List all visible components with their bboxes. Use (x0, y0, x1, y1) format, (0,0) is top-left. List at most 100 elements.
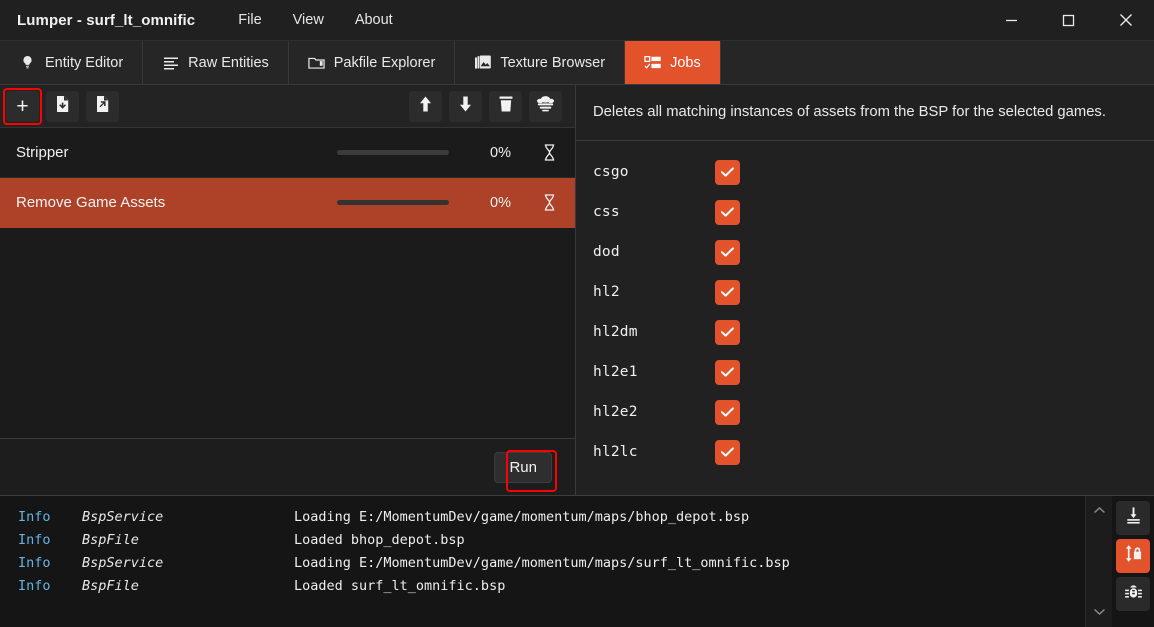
tab-label: Pakfile Explorer (333, 54, 436, 71)
log-message: Loading E:/MomentumDev/game/momentum/map… (294, 555, 790, 571)
list-item[interactable]: css (576, 192, 1154, 232)
chevron-down-icon[interactable] (1093, 603, 1106, 621)
archive-icon (308, 54, 325, 71)
delete-job-button[interactable] (489, 90, 522, 122)
maximize-icon[interactable] (1040, 0, 1097, 40)
list-item[interactable]: dod (576, 232, 1154, 272)
add-job-button[interactable]: + (6, 90, 39, 122)
export-jobs-button[interactable] (86, 90, 119, 122)
lightbulb-icon (19, 54, 36, 71)
scroll-lock-icon (1123, 544, 1143, 568)
move-job-down-button[interactable] (449, 90, 482, 122)
application-window: Lumper - surf_lt_omnific File View About… (0, 0, 1154, 627)
list-item[interactable]: hl2e1 (576, 352, 1154, 392)
game-label: hl2dm (593, 324, 638, 340)
plus-icon: + (16, 94, 29, 118)
job-list: Stripper 0% Remove Game Assets 0% (0, 128, 575, 438)
table-row[interactable]: Stripper 0% (0, 128, 575, 178)
game-label: css (593, 204, 620, 220)
game-label: hl2lc (593, 444, 638, 460)
arrow-down-icon (457, 95, 474, 118)
chevron-up-icon[interactable] (1093, 502, 1106, 520)
game-checkbox-list: csgo css dod hl2 hl2dm hl2e1 hl2e2 hl2lc (576, 141, 1154, 495)
scroll-to-bottom-icon (1124, 506, 1143, 530)
scroll-lock-button[interactable] (1116, 539, 1150, 573)
tab-texture-browser[interactable]: Texture Browser (455, 41, 626, 84)
jobs-pane: + Stripper 0% Remove Game Assets 0% Run (0, 85, 576, 495)
nuke-jobs-button[interactable] (529, 90, 562, 122)
run-button[interactable]: Run (494, 451, 552, 483)
log-message: Loaded bhop_depot.bsp (294, 532, 465, 548)
game-checkbox[interactable] (715, 319, 740, 345)
job-toolbar: + (0, 85, 575, 128)
log-level: Info (18, 578, 51, 594)
game-checkbox[interactable] (715, 439, 740, 465)
page-title: Lumper - surf_lt_omnific (17, 11, 196, 29)
job-name: Remove Game Assets (16, 194, 166, 211)
import-jobs-button[interactable] (46, 90, 79, 122)
log-message: Loading E:/MomentumDev/game/momentum/map… (294, 509, 750, 525)
log-source: BspFile (82, 532, 139, 548)
tab-pakfile-explorer[interactable]: Pakfile Explorer (289, 41, 456, 84)
file-export-icon (94, 95, 111, 118)
title-bar: Lumper - surf_lt_omnific File View About (0, 0, 1154, 41)
move-job-up-button[interactable] (409, 90, 442, 122)
menu-item-about[interactable]: About (342, 7, 406, 33)
debug-button[interactable] (1116, 577, 1150, 611)
game-checkbox[interactable] (715, 199, 740, 225)
job-progress-bar (337, 150, 449, 155)
job-percent: 0% (490, 194, 511, 211)
log-source: BspService (82, 509, 164, 525)
scroll-to-bottom-button[interactable] (1116, 501, 1150, 535)
log-entries: Info BspService Loading E:/MomentumDev/g… (0, 496, 1085, 627)
game-checkbox[interactable] (715, 279, 740, 305)
log-row: Info BspFile Loaded surf_lt_omnific.bsp (0, 575, 1085, 598)
table-row[interactable]: Remove Game Assets 0% (0, 178, 575, 228)
tab-bar: Entity Editor Raw Entities Pakfile Explo… (0, 41, 1154, 85)
main-body: + Stripper 0% Remove Game Assets 0% Run … (0, 85, 1154, 495)
log-level: Info (18, 555, 51, 571)
list-item[interactable]: hl2dm (576, 312, 1154, 352)
hourglass-icon (539, 194, 559, 211)
game-label: hl2e2 (593, 404, 638, 420)
game-checkbox[interactable] (715, 239, 740, 265)
job-progress-bar (337, 200, 449, 205)
run-bar: Run (0, 438, 575, 495)
checklist-icon (644, 54, 661, 71)
bug-icon (1124, 582, 1143, 606)
tab-label: Raw Entities (188, 54, 269, 71)
log-source: BspService (82, 555, 164, 571)
tab-entity-editor[interactable]: Entity Editor (0, 41, 144, 84)
game-label: dod (593, 244, 620, 260)
log-action-buttons (1112, 496, 1154, 627)
job-name: Stripper (16, 144, 69, 161)
log-row: Info BspFile Loaded bhop_depot.bsp (0, 529, 1085, 552)
menu-bar: File View About (225, 7, 405, 33)
menu-item-file[interactable]: File (225, 7, 274, 33)
log-console: Info BspService Loading E:/MomentumDev/g… (0, 495, 1154, 627)
game-checkbox[interactable] (715, 159, 740, 185)
file-import-icon (54, 95, 71, 118)
game-label: hl2 (593, 284, 620, 300)
trash-icon (498, 95, 514, 118)
log-level: Info (18, 532, 51, 548)
log-message: Loaded surf_lt_omnific.bsp (294, 578, 506, 594)
game-checkbox[interactable] (715, 399, 740, 425)
tab-raw-entities[interactable]: Raw Entities (143, 41, 289, 84)
game-label: hl2e1 (593, 364, 638, 380)
window-controls (983, 0, 1154, 40)
menu-item-view[interactable]: View (280, 7, 337, 33)
job-details-pane: Deletes all matching instances of assets… (576, 85, 1154, 495)
tab-label: Jobs (670, 54, 701, 71)
list-item[interactable]: csgo (576, 152, 1154, 192)
log-scrollbar[interactable] (1085, 496, 1112, 627)
close-icon[interactable] (1097, 0, 1154, 40)
tab-jobs[interactable]: Jobs (625, 41, 721, 84)
game-checkbox[interactable] (715, 359, 740, 385)
arrow-up-icon (417, 95, 434, 118)
minimize-icon[interactable] (983, 0, 1040, 40)
list-item[interactable]: hl2 (576, 272, 1154, 312)
list-item[interactable]: hl2e2 (576, 392, 1154, 432)
list-lines-icon (162, 54, 179, 71)
list-item[interactable]: hl2lc (576, 432, 1154, 472)
